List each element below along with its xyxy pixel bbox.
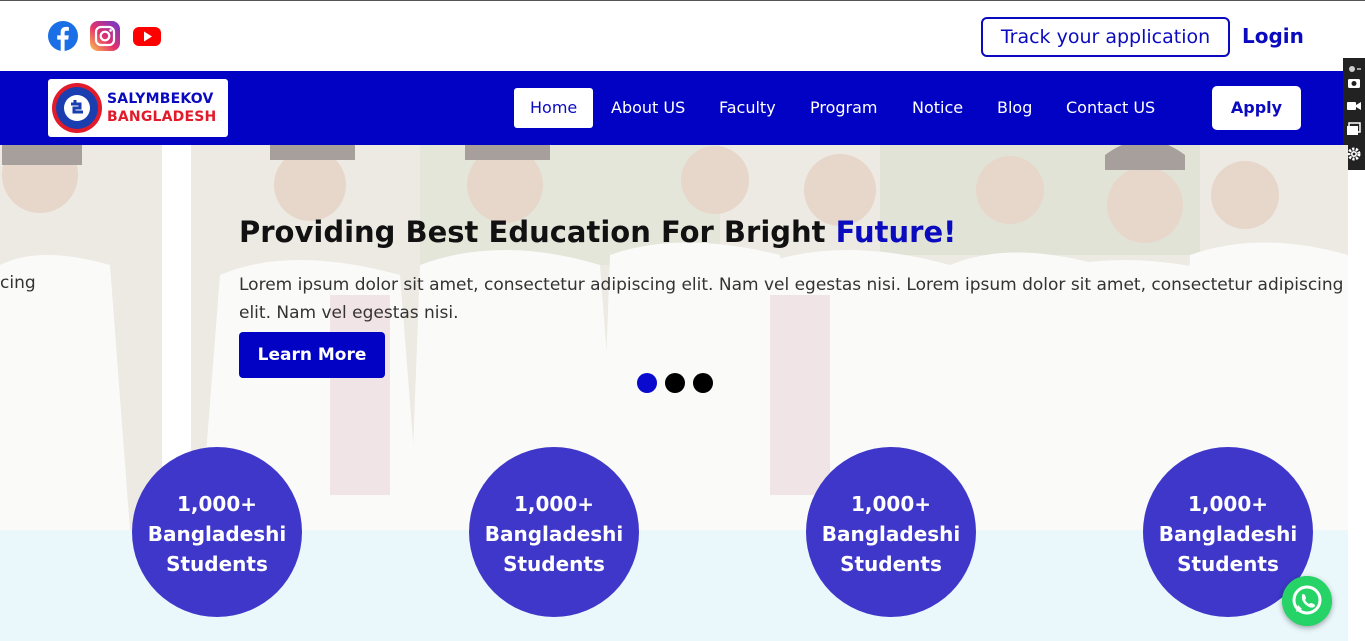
top-bar: Track your application Login <box>0 1 1343 71</box>
nav-item-program[interactable]: Program <box>810 88 878 128</box>
logo-text-top: SALYMBEKOV <box>107 91 214 107</box>
camera-icon[interactable] <box>1347 76 1361 90</box>
nav-item-notice[interactable]: Notice <box>912 88 963 128</box>
university-seal-icon <box>52 83 102 133</box>
stat-number: 1,000+ <box>850 492 932 516</box>
nav-item-blog[interactable]: Blog <box>997 88 1032 128</box>
hero-title-main: Providing Best Education For Bright <box>239 215 826 249</box>
stat-number: 1,000+ <box>1187 492 1269 516</box>
video-icon[interactable] <box>1347 99 1361 113</box>
hero-title: Providing Best Education For Bright Futu… <box>239 215 956 249</box>
stat-label: Bangladeshi Students <box>484 522 624 576</box>
learn-more-button[interactable]: Learn More <box>239 332 385 378</box>
extension-logo-icon[interactable] <box>1347 62 1361 76</box>
apply-button[interactable]: Apply <box>1212 86 1301 130</box>
stat-number: 1,000+ <box>176 492 258 516</box>
youtube-icon[interactable] <box>132 21 162 51</box>
stat-label: Bangladeshi Students <box>1158 522 1298 576</box>
stat-label: Bangladeshi Students <box>821 522 961 576</box>
carousel-dot-2[interactable] <box>665 373 685 393</box>
hero-description: Lorem ipsum dolor sit amet, consectetur … <box>239 275 1344 323</box>
carousel-dot-1[interactable] <box>637 373 657 393</box>
stat-label: Bangladeshi Students <box>147 522 287 576</box>
stat-circle: 1,000+ Bangladeshi Students <box>132 447 302 617</box>
stat-number: 1,000+ <box>513 492 595 516</box>
nav-item-home[interactable]: Home <box>514 88 594 128</box>
instagram-icon[interactable] <box>90 21 120 51</box>
logo-text-bottom: BANGLADESH <box>107 109 217 125</box>
main-navbar: SALYMBEKOV BANGLADESH Home About US Facu… <box>0 71 1343 145</box>
login-link[interactable]: Login <box>1242 22 1304 50</box>
site-logo[interactable]: SALYMBEKOV BANGLADESH <box>48 79 228 137</box>
nav-item-about[interactable]: About US <box>611 88 685 128</box>
nav-item-contact[interactable]: Contact US <box>1066 88 1155 128</box>
nav-item-faculty[interactable]: Faculty <box>719 88 776 128</box>
carousel-dot-3[interactable] <box>693 373 713 393</box>
facebook-icon[interactable] <box>48 21 78 51</box>
whatsapp-icon[interactable] <box>1282 576 1332 626</box>
track-application-button[interactable]: Track your application <box>981 17 1230 57</box>
previous-slide-text: cing <box>0 273 36 293</box>
settings-gear-icon[interactable] <box>1347 147 1361 161</box>
stat-circle: 1,000+ Bangladeshi Students <box>806 447 976 617</box>
hero-title-accent: Future! <box>835 215 957 249</box>
window-capture-icon[interactable] <box>1347 122 1361 136</box>
stat-circle: 1,000+ Bangladeshi Students <box>469 447 639 617</box>
